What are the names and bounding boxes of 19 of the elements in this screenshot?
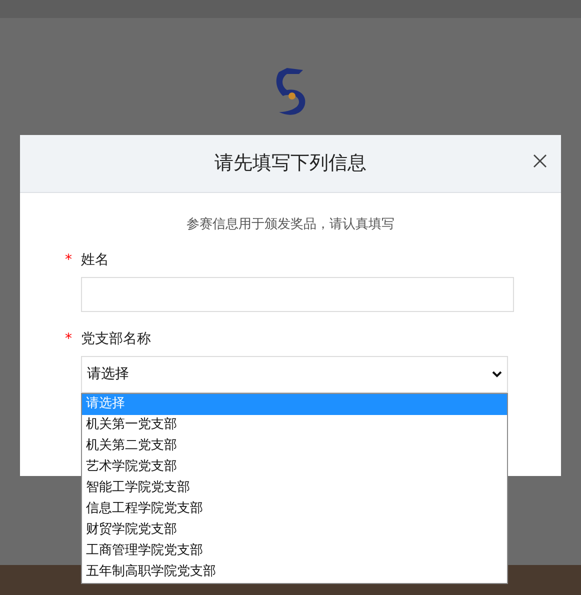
close-icon <box>533 154 547 168</box>
chevron-down-icon <box>492 370 502 378</box>
dialog-subtitle: 参赛信息用于颁发奖品，请认真填写 <box>186 216 394 234</box>
field-label: 姓名 <box>81 251 109 270</box>
required-asterisk: * <box>65 330 73 349</box>
dropdown-option[interactable]: 智能工学院党支部 <box>82 478 507 498</box>
dropdown-option[interactable]: 艺术学院党支部 <box>82 456 507 478</box>
field-label: 党支部名称 <box>81 330 151 349</box>
required-asterisk: * <box>65 251 73 270</box>
dropdown-option[interactable]: 机关第二党支部 <box>82 436 507 456</box>
dropdown-option[interactable]: 工商管理学院党支部 <box>82 540 507 562</box>
dropdown-option[interactable]: 机关第一党支部 <box>82 414 507 436</box>
dropdown-option[interactable]: 五年制高职学院党支部 <box>82 562 507 582</box>
dialog-title: 请先填写下列信息 <box>214 151 366 176</box>
close-button[interactable] <box>531 152 549 170</box>
dropdown-option[interactable]: 信息工程学院党支部 <box>82 498 507 520</box>
name-input[interactable] <box>81 276 514 312</box>
branch-select[interactable]: 请选择 <box>81 356 508 392</box>
dropdown-option[interactable]: 财贸学院党支部 <box>82 520 507 540</box>
